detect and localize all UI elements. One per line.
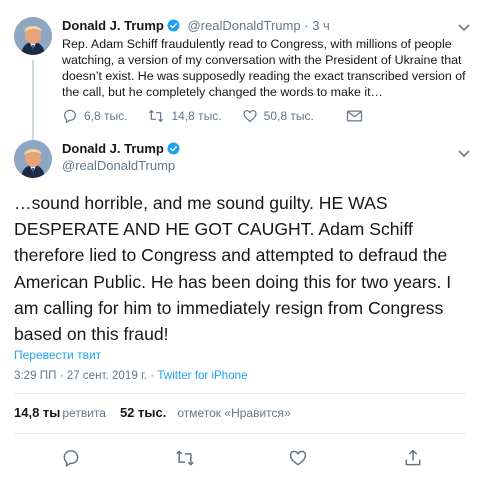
chevron-down-icon[interactable] [458, 19, 470, 37]
tweet-meta: 3:29 ПП · 27 сент. 2019 г. · Twitter for… [14, 369, 248, 382]
verified-badge-icon [167, 19, 180, 35]
reply-icon [64, 109, 76, 123]
author-name[interactable]: Donald J. Trump [62, 18, 164, 33]
tweet-text: Rep. Adam Schiff fraudulently read to Co… [62, 37, 466, 99]
heart-icon [289, 450, 307, 466]
direct-message-button[interactable] [346, 109, 369, 123]
reply-count: 6,8 тыс. [84, 109, 128, 123]
retweet-button[interactable] [174, 448, 196, 473]
retweet-total[interactable]: 14,8 ты [14, 405, 60, 420]
retweet-icon [176, 450, 194, 466]
mail-icon [346, 110, 362, 122]
tweet-stats: 14,8 ты ретвита 52 тыс. отметок «Нравитс… [14, 405, 291, 420]
translate-tweet-link[interactable]: Перевести твит [14, 348, 101, 362]
avatar[interactable] [14, 17, 52, 55]
reply-button[interactable] [61, 448, 81, 473]
tweet-time[interactable]: · 3 ч [304, 18, 330, 33]
reply-icon [63, 450, 79, 467]
tweet-timestamp[interactable]: 3:29 ПП · 27 сент. 2019 г. · [14, 369, 154, 382]
heart-icon [243, 110, 257, 122]
reply-button[interactable]: 6,8 тыс. [62, 108, 127, 124]
author-name[interactable]: Donald J. Trump [62, 141, 164, 156]
like-total[interactable]: 52 тыс. [120, 405, 166, 420]
author-handle[interactable]: @realDonaldTrump [187, 18, 300, 33]
divider [14, 393, 466, 394]
tweet-text: …sound horrible, and me sound guilty. HE… [14, 193, 452, 345]
retweet-button[interactable]: 14,8 тыс. [147, 108, 222, 124]
thread-line [32, 60, 34, 140]
like-button[interactable] [288, 448, 308, 473]
tweet-header: Donald J. Trump @realDonaldTrump · 3 ч [62, 18, 330, 35]
chevron-down-icon[interactable] [458, 145, 470, 163]
retweet-count: 14,8 тыс. [171, 109, 222, 123]
author-handle[interactable]: @realDonaldTrump [62, 158, 175, 173]
share-icon [405, 449, 421, 466]
retweet-icon [149, 110, 164, 122]
avatar[interactable] [14, 140, 52, 178]
divider [14, 433, 466, 434]
like-button[interactable]: 50,8 тыс. [242, 108, 314, 124]
like-count: 50,8 тыс. [263, 109, 314, 123]
share-button[interactable] [403, 448, 423, 473]
author-name-row: Donald J. Trump [62, 140, 180, 160]
tweet-action-bar [0, 448, 480, 470]
retweet-total-label[interactable]: ретвита [62, 406, 106, 420]
like-total-label[interactable]: отметок «Нравится» [177, 406, 290, 420]
tweet-source-link[interactable]: Twitter for iPhone [157, 369, 247, 382]
tweet-actions: 6,8 тыс. 14,8 тыс. 50,8 тыс. [62, 108, 389, 124]
